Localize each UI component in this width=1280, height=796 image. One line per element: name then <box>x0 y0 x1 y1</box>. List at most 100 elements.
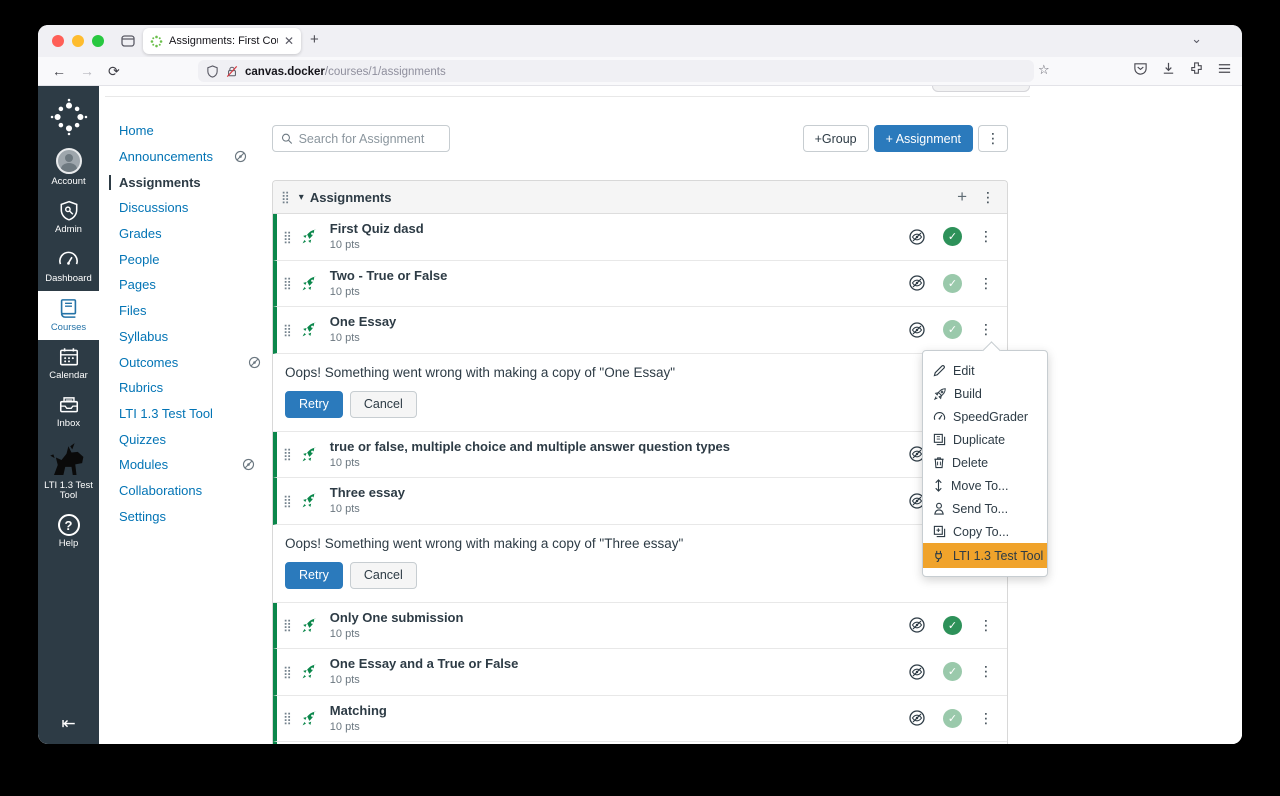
menu-item-move-to[interactable]: Move To... <box>923 474 1047 497</box>
assignment-row[interactable]: ⣿ Matching10 pts ✓ ⋮ <box>273 696 1007 743</box>
assignment-row[interactable]: ⣿ Two - True or False10 pts ✓ ⋮ <box>273 261 1007 308</box>
cancel-button[interactable]: Cancel <box>350 562 417 589</box>
list-tabs-chevron-icon[interactable]: ⌄ <box>1191 31 1202 47</box>
minimize-window-button[interactable] <box>72 35 84 47</box>
drag-handle-icon[interactable]: ⣿ <box>283 447 291 461</box>
assignment-title[interactable]: true or false, multiple choice and multi… <box>330 440 730 454</box>
new-tab-button[interactable]: + <box>310 31 319 48</box>
add-group-button[interactable]: +Group <box>803 125 869 152</box>
published-check-icon[interactable]: ✓ <box>943 616 962 635</box>
drag-handle-icon[interactable]: ⣿ <box>281 190 289 204</box>
published-check-icon[interactable]: ✓ <box>943 662 962 681</box>
course-nav-outcomes[interactable]: Outcomes <box>119 349 269 375</box>
eye-crossed-icon[interactable] <box>908 321 926 339</box>
course-nav-syllabus[interactable]: Syllabus <box>119 324 269 350</box>
retry-button[interactable]: Retry <box>285 562 343 589</box>
course-nav-settings[interactable]: Settings <box>119 503 269 529</box>
course-nav-home[interactable]: Home <box>119 118 269 144</box>
published-check-icon[interactable]: ✓ <box>943 709 962 728</box>
course-nav-pages[interactable]: Pages <box>119 272 269 298</box>
assignment-row[interactable]: ⣿ One Essay and a True or False10 pts ✓ … <box>273 649 1007 696</box>
eye-crossed-icon[interactable] <box>908 709 926 727</box>
firefox-view-icon[interactable] <box>118 32 138 50</box>
course-nav-discussions[interactable]: Discussions <box>119 195 269 221</box>
retry-button[interactable]: Retry <box>285 391 343 418</box>
search-input[interactable] <box>299 132 441 146</box>
drag-handle-icon[interactable]: ⣿ <box>283 711 291 725</box>
tab-close-icon[interactable]: ✕ <box>284 34 294 48</box>
drag-handle-icon[interactable]: ⣿ <box>283 618 291 632</box>
assignment-row[interactable]: ⣿ Only One submission10 pts ✓ ⋮ <box>273 603 1007 650</box>
sidebar-item-inbox[interactable]: Inbox <box>38 388 99 436</box>
course-nav-people[interactable]: People <box>119 246 269 272</box>
eye-crossed-icon[interactable] <box>908 616 926 634</box>
course-nav-collaborations[interactable]: Collaborations <box>119 478 269 504</box>
assignment-row[interactable]: ⣿ Three essay10 pts ✓ ⋮ <box>273 478 1007 525</box>
assignment-row[interactable]: ⣿ One Essay10 pts ✓ ⋮ <box>273 307 1007 354</box>
course-nav-quizzes[interactable]: Quizzes <box>119 426 269 452</box>
course-nav-announcements[interactable]: Announcements <box>119 144 269 170</box>
course-nav-grades[interactable]: Grades <box>119 221 269 247</box>
zoom-window-button[interactable] <box>92 35 104 47</box>
assignments-options-kebab[interactable]: ⋮ <box>978 125 1008 152</box>
browser-tab[interactable]: Assignments: First Course ✕ <box>143 28 301 54</box>
assignment-kebab-icon[interactable]: ⋮ <box>979 275 993 292</box>
collapse-group-caret-icon[interactable]: ▾ <box>299 192 304 203</box>
pocket-icon[interactable] <box>1133 61 1148 76</box>
drag-handle-icon[interactable]: ⣿ <box>283 665 291 679</box>
assignment-title[interactable]: Three essay <box>330 486 405 500</box>
back-button[interactable]: ← <box>52 63 66 79</box>
downloads-icon[interactable] <box>1161 61 1176 76</box>
sidebar-item-help[interactable]: ? Help <box>38 508 99 556</box>
assignment-kebab-icon[interactable]: ⋮ <box>979 228 993 245</box>
shield-icon[interactable] <box>206 65 219 78</box>
assignment-row[interactable]: ⣿ true or false, multiple choice and mul… <box>273 432 1007 479</box>
extensions-icon[interactable] <box>1189 61 1204 76</box>
assignment-kebab-icon[interactable]: ⋮ <box>979 617 993 634</box>
assignment-row[interactable]: ⣿ One Formula10 pts ✓ ⋮ <box>273 742 1007 744</box>
add-assignment-to-group-icon[interactable]: + <box>957 187 967 207</box>
assignment-title[interactable]: One Essay and a True or False <box>330 657 519 671</box>
published-check-icon[interactable]: ✓ <box>943 227 962 246</box>
course-nav-modules[interactable]: Modules <box>119 452 269 478</box>
assignment-row[interactable]: ⣿ First Quiz dasd10 pts ✓ ⋮ <box>273 214 1007 261</box>
menu-item-speedgrader[interactable]: SpeedGrader <box>923 405 1047 428</box>
forward-button[interactable]: → <box>80 63 94 79</box>
url-bar[interactable]: canvas.docker/courses/1/assignments <box>198 60 1034 82</box>
published-check-icon[interactable]: ✓ <box>943 274 962 293</box>
drag-handle-icon[interactable]: ⣿ <box>283 230 291 244</box>
sidebar-item-lti-test-tool[interactable]: LTI 1.3 Test Tool <box>38 436 99 508</box>
app-menu-icon[interactable] <box>1217 61 1232 76</box>
course-nav-lti-test-tool[interactable]: LTI 1.3 Test Tool <box>119 401 269 427</box>
sidebar-item-calendar[interactable]: Calendar <box>38 340 99 388</box>
assignment-kebab-icon[interactable]: ⋮ <box>979 321 993 338</box>
sidebar-item-account[interactable]: Account <box>38 142 99 194</box>
canvas-logo-icon[interactable] <box>50 98 88 136</box>
group-kebab-icon[interactable]: ⋮ <box>981 189 995 206</box>
course-nav-rubrics[interactable]: Rubrics <box>119 375 269 401</box>
window-controls[interactable] <box>52 35 104 47</box>
assignment-title[interactable]: Matching <box>330 704 387 718</box>
course-nav-assignments[interactable]: Assignments <box>119 169 269 195</box>
add-assignment-button[interactable]: + Assignment <box>874 125 973 152</box>
sidebar-item-dashboard[interactable]: Dashboard <box>38 242 99 291</box>
assignment-title[interactable]: First Quiz dasd <box>330 222 424 236</box>
eye-crossed-icon[interactable] <box>908 228 926 246</box>
course-nav-files[interactable]: Files <box>119 298 269 324</box>
refresh-button[interactable]: ⟳ <box>108 63 120 80</box>
assignment-title[interactable]: Two - True or False <box>330 269 448 283</box>
assignment-kebab-icon[interactable]: ⋮ <box>979 710 993 727</box>
eye-crossed-icon[interactable] <box>908 274 926 292</box>
close-window-button[interactable] <box>52 35 64 47</box>
assignment-title[interactable]: Only One submission <box>330 611 464 625</box>
assignment-search[interactable] <box>272 125 450 152</box>
menu-item-send-to[interactable]: Send To... <box>923 497 1047 520</box>
menu-item-lti-test-tool[interactable]: LTI 1.3 Test Tool <box>923 543 1047 568</box>
menu-item-copy-to[interactable]: Copy To... <box>923 520 1047 543</box>
bookmark-star-icon[interactable]: ☆ <box>1038 62 1050 78</box>
eye-crossed-icon[interactable] <box>908 663 926 681</box>
sidebar-item-courses[interactable]: Courses <box>38 291 99 340</box>
insecure-lock-icon[interactable] <box>226 65 238 78</box>
menu-item-delete[interactable]: Delete <box>923 451 1047 474</box>
drag-handle-icon[interactable]: ⣿ <box>283 276 291 290</box>
